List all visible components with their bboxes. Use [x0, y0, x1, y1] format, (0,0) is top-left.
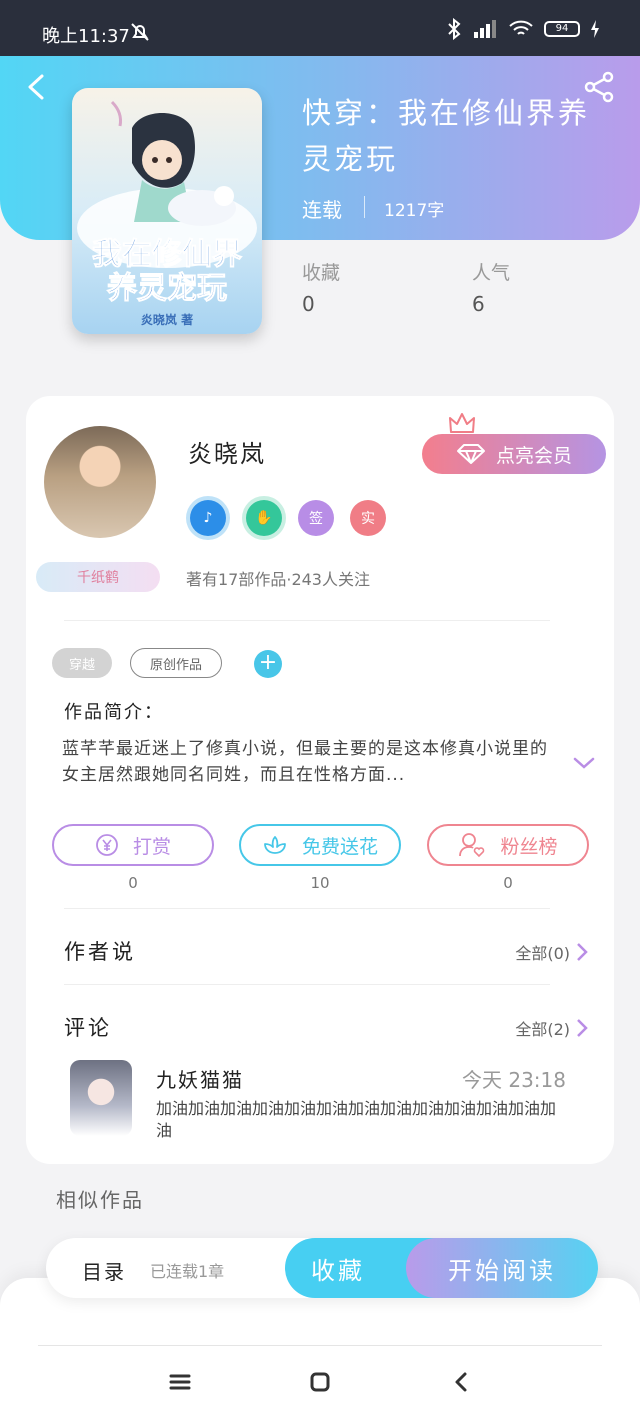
- divider: [38, 1345, 602, 1346]
- tip-button[interactable]: 打赏: [52, 824, 214, 866]
- word-count: 1217字: [384, 201, 445, 221]
- wifi-icon: [509, 20, 533, 35]
- bottom-panel: [0, 1278, 640, 1422]
- vip-button[interactable]: 点亮会员: [422, 434, 606, 474]
- home-icon[interactable]: [308, 1370, 332, 1394]
- status-time: 晚上11:37: [42, 26, 130, 47]
- author-says-title: 作者说: [64, 940, 136, 964]
- pet-tag-label: 千纸鹤: [77, 570, 119, 586]
- chevron-right-icon: [577, 1019, 588, 1037]
- battery-icon: 94: [544, 21, 580, 37]
- mute-icon: [131, 23, 149, 41]
- divider: [364, 196, 365, 218]
- start-reading-label: 开始阅读: [448, 1256, 556, 1285]
- cover-author: 炎晓岚 著: [140, 313, 194, 327]
- send-flower-button[interactable]: 免费送花: [239, 824, 401, 866]
- send-flower-label: 免费送花: [301, 835, 378, 858]
- tip-label: 打赏: [132, 835, 171, 858]
- book-status: 连载: [302, 198, 342, 222]
- bluetooth-icon: [448, 18, 461, 40]
- verified-badge: 实: [350, 500, 386, 536]
- popularity-count: 6: [472, 292, 485, 316]
- status-bar: 晚上11:37 94: [0, 0, 640, 56]
- fan-ranking-label: 粉丝榜: [500, 835, 558, 858]
- start-reading-button[interactable]: 开始阅读: [406, 1238, 598, 1298]
- comments-title: 评论: [64, 1016, 112, 1040]
- author-name[interactable]: 炎晓岚: [188, 434, 266, 469]
- type-tag[interactable]: 原创作品: [130, 648, 222, 678]
- charging-icon: [591, 20, 599, 38]
- diamond-icon: [456, 444, 485, 464]
- commenter-avatar[interactable]: [70, 1060, 132, 1136]
- comment-text: 加油加油加油加油加油加油加油加油加油加油加油加油加油: [156, 1099, 557, 1140]
- genre-tag[interactable]: 穿越: [52, 648, 112, 678]
- divider: [64, 908, 550, 909]
- author-stats: 著有17部作品·243人关注: [186, 570, 370, 589]
- comment-time: 今天 23:18: [462, 1068, 566, 1092]
- vip-label: 点亮会员: [495, 444, 572, 467]
- crown-icon: [449, 413, 475, 433]
- fan-ranking-button[interactable]: 粉丝榜: [427, 824, 589, 866]
- cover-title: 我在修仙界养灵宠玩: [92, 237, 243, 306]
- fan-count: 0: [503, 874, 513, 892]
- fan-icon: [459, 833, 485, 858]
- commenter-name[interactable]: 九妖猫猫: [156, 1064, 244, 1093]
- tip-count: 0: [128, 874, 138, 892]
- intro-text: 蓝芊芊最近迷上了修真小说，但最主要的是这本修真小说里的女主居然跟她同名同姓，而且…: [62, 739, 548, 785]
- author-avatar[interactable]: [44, 426, 156, 538]
- toc-button[interactable]: 目录: [82, 1256, 126, 1285]
- flower-count: 10: [310, 874, 330, 892]
- menu-icon[interactable]: [168, 1370, 192, 1394]
- comments-more-label: 全部(2): [515, 1020, 570, 1039]
- handshake-badge-icon: ✋: [246, 500, 282, 536]
- yen-icon: [96, 834, 118, 856]
- pet-tag: 千纸鹤: [36, 562, 160, 592]
- book-title: 快穿：我在修仙界养灵宠玩: [302, 96, 591, 176]
- comments-more[interactable]: 全部(2): [515, 1016, 588, 1040]
- favorites-label: 收藏: [302, 262, 341, 284]
- favorite-label: 收藏: [311, 1256, 365, 1285]
- divider: [64, 984, 550, 985]
- signal-icon: [474, 20, 496, 38]
- popularity-label: 人气: [472, 262, 511, 284]
- divider: [64, 620, 550, 621]
- back-icon[interactable]: [22, 70, 52, 104]
- favorites-count: 0: [302, 292, 315, 316]
- status-icons: 94: [446, 18, 600, 40]
- intro-title: 作品简介：: [64, 702, 164, 723]
- chevron-down-icon[interactable]: [572, 754, 596, 772]
- add-tag-button[interactable]: +: [254, 650, 282, 678]
- similar-works-title: 相似作品: [56, 1188, 144, 1212]
- chapter-count: 已连载1章: [150, 1262, 225, 1281]
- author-says-more-label: 全部(0): [515, 944, 570, 963]
- signed-badge: 签: [298, 500, 334, 536]
- music-badge-icon: ♪: [190, 500, 226, 536]
- back-nav-icon[interactable]: [450, 1370, 474, 1394]
- book-cover[interactable]: 我在修仙界养灵宠玩 炎晓岚 著: [72, 88, 262, 334]
- chevron-right-icon: [577, 943, 588, 961]
- flower-icon: [264, 836, 286, 854]
- author-says-more[interactable]: 全部(0): [515, 940, 588, 964]
